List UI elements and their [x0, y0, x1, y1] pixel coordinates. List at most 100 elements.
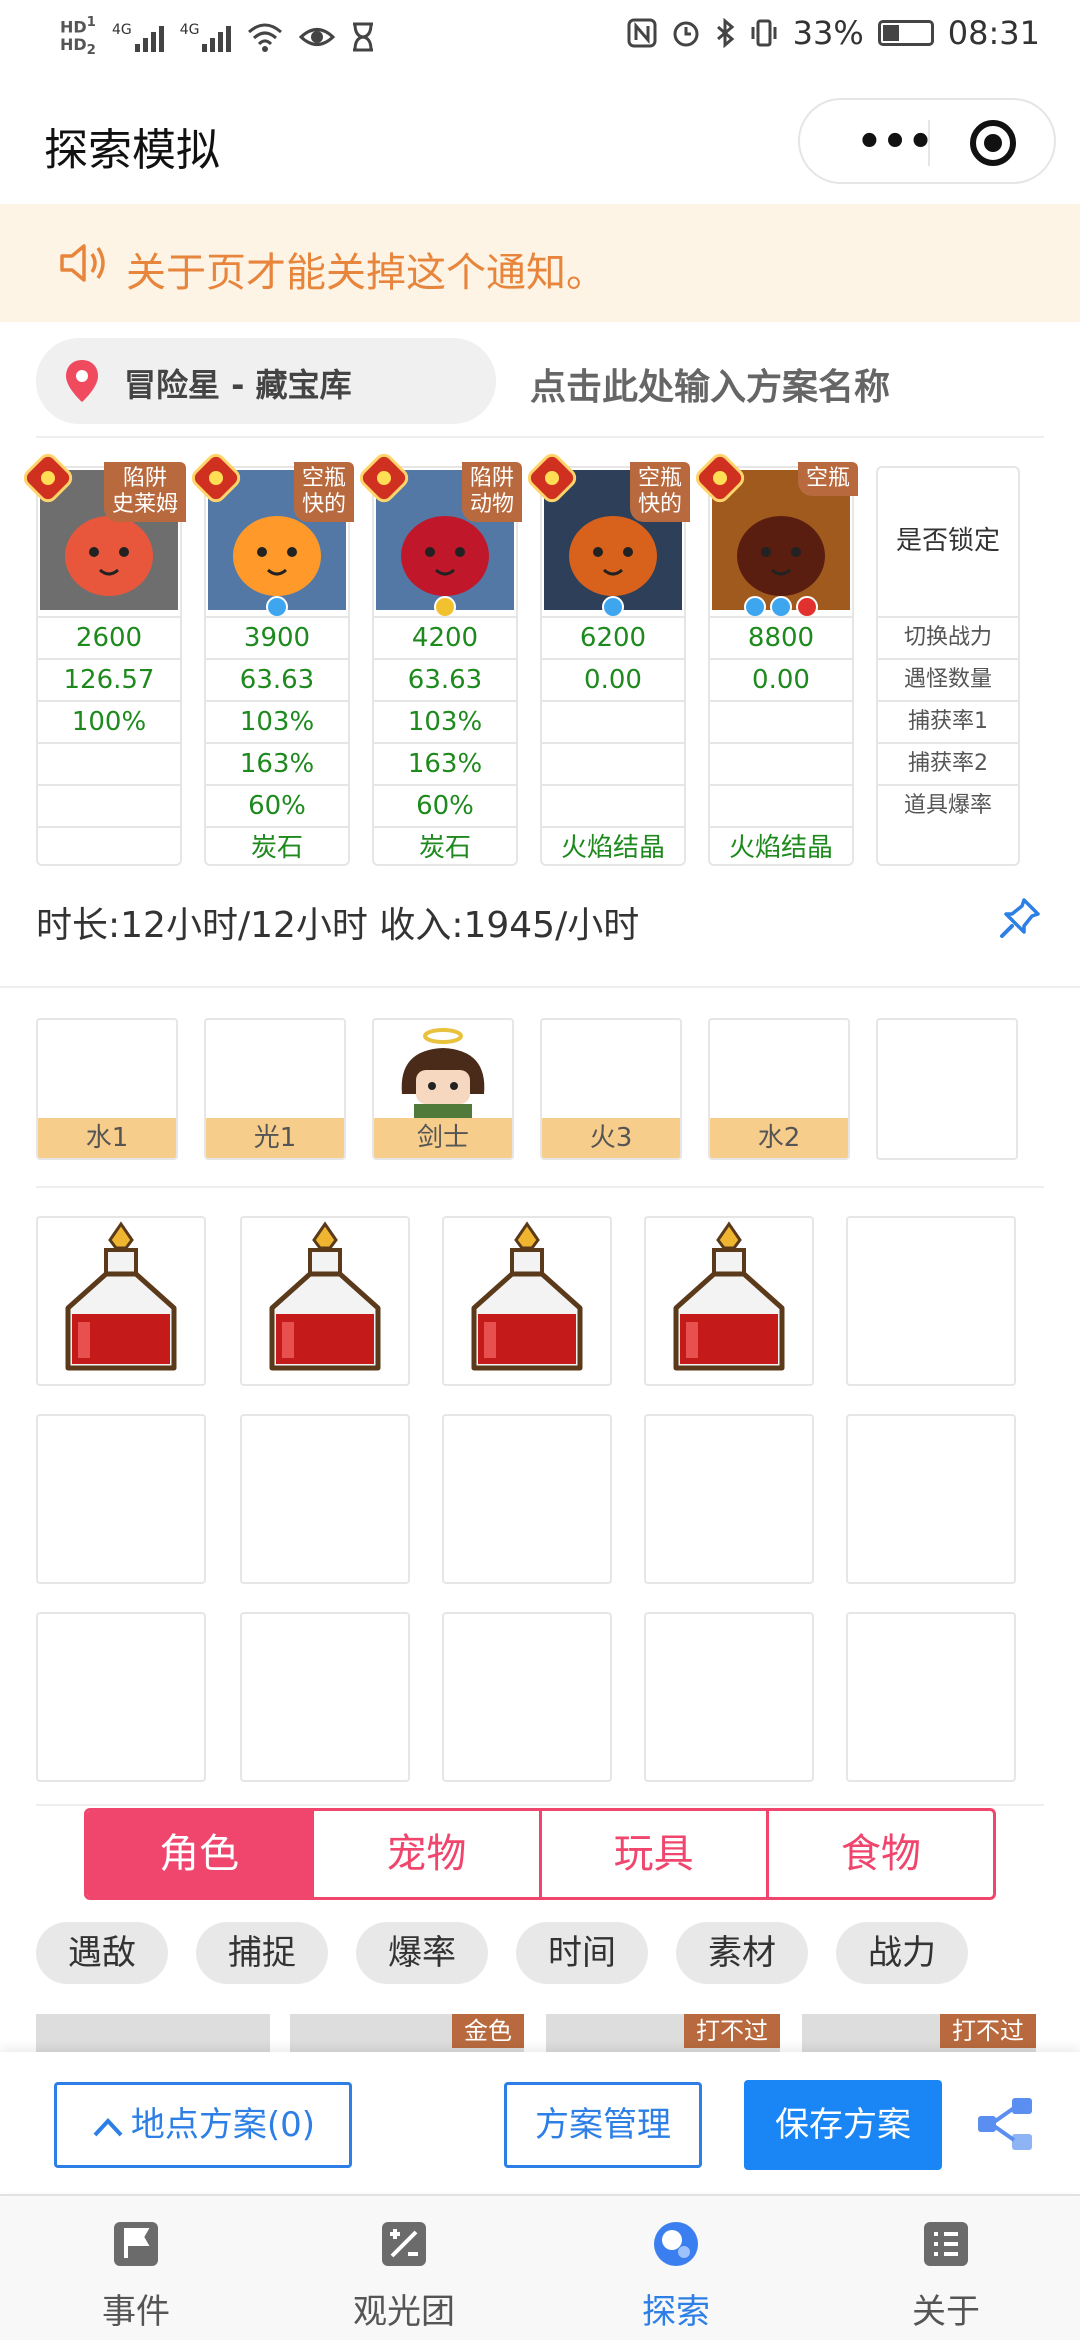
item-slot[interactable] [36, 1612, 206, 1782]
save-plan-button[interactable]: 保存方案 [744, 2080, 942, 2170]
power-value: 2600 [38, 616, 180, 658]
item-slot[interactable] [240, 1414, 410, 1584]
monster-column[interactable]: 空瓶 8800 0.00 火焰结晶 [691, 449, 858, 866]
drop-item: 炭石 [374, 826, 516, 868]
pin-icon[interactable] [998, 896, 1042, 940]
monster-column[interactable]: 空瓶 快的 6200 0.00 火焰结晶 [523, 449, 690, 866]
character-card[interactable] [36, 2014, 270, 2054]
droprate-value [38, 784, 180, 826]
filter-chip-time[interactable]: 时间 [516, 1922, 648, 1984]
filter-chip-encounter[interactable]: 遇敌 [36, 1922, 168, 1984]
power-value: 6200 [542, 616, 684, 658]
share-icon[interactable] [976, 2096, 1036, 2152]
monster-column[interactable]: 陷阱 动物 4200 63.63 103% 163% 60% 炭石 [355, 449, 522, 868]
action-bar: 地点方案(0) 方案管理 保存方案 [0, 2052, 1080, 2192]
team-slot[interactable]: 水2 [708, 1018, 850, 1160]
team-slot[interactable]: 光1 [204, 1018, 346, 1160]
explore-icon [654, 2222, 698, 2266]
divider [36, 436, 1044, 438]
item-slot[interactable] [846, 1216, 1016, 1386]
card-badge: 打不过 [940, 2014, 1036, 2048]
manage-plans-button[interactable]: 方案管理 [504, 2082, 702, 2168]
item-slot[interactable] [846, 1612, 1016, 1782]
speaker-icon [60, 244, 105, 282]
hourglass-icon [353, 22, 374, 52]
capsule-divider [928, 120, 930, 166]
gem-icon [602, 596, 624, 618]
item-slot[interactable] [36, 1216, 206, 1386]
more-dots-icon[interactable]: ••• [840, 122, 950, 162]
team-slot[interactable] [876, 1018, 1018, 1160]
tab-toy[interactable]: 玩具 [538, 1811, 766, 1897]
item-slot[interactable] [644, 1216, 814, 1386]
target-icon[interactable] [970, 120, 1016, 166]
character-card[interactable]: 打不过 [802, 2014, 1036, 2054]
tabbar-label: 事件 [102, 2292, 170, 2332]
tabbar-item-explore[interactable]: 探索 [596, 2218, 756, 2333]
signal-2-icon: 4G [180, 22, 232, 53]
encounters-value: 126.57 [38, 658, 180, 700]
gem-icon [266, 596, 288, 618]
team-slot[interactable]: 水1 [36, 1018, 178, 1160]
bottom-tab-bar: 事件 观光团 探索 关于 [0, 2194, 1080, 2340]
lock-row-capture2[interactable]: 捕获率2 [878, 742, 1018, 784]
filter-chip-power[interactable]: 战力 [836, 1922, 968, 1984]
nfc-icon [627, 18, 657, 48]
tab-pet[interactable]: 宠物 [311, 1811, 538, 1897]
tab-food[interactable]: 食物 [765, 1811, 993, 1897]
lock-row-droprate[interactable]: 道具爆率 [878, 784, 1018, 826]
notice-banner: 关于页才能关掉这个通知。 [0, 204, 1080, 322]
team-slot[interactable]: 火3 [540, 1018, 682, 1160]
team-slot-label: 火3 [542, 1118, 680, 1158]
potion-icon [269, 1221, 381, 1371]
team-slot-label: 水2 [710, 1118, 848, 1158]
divider [0, 986, 1080, 988]
item-slot[interactable] [442, 1216, 612, 1386]
item-slot[interactable] [442, 1612, 612, 1782]
filter-chip-material[interactable]: 素材 [676, 1922, 808, 1984]
encounters-value: 63.63 [374, 658, 516, 700]
tab-role[interactable]: 角色 [87, 1811, 312, 1897]
capture2-value: 163% [374, 742, 516, 784]
tabbar-item-about[interactable]: 关于 [866, 2218, 1026, 2333]
team-slot[interactable]: 剑士 [372, 1018, 514, 1160]
character-card[interactable]: 打不过 [546, 2014, 780, 2054]
lock-row-encounters[interactable]: 遇怪数量 [878, 658, 1018, 700]
item-slot[interactable] [442, 1414, 612, 1584]
plan-name-input[interactable]: 点击此处输入方案名称 [530, 358, 890, 410]
item-slot[interactable] [644, 1414, 814, 1584]
tabbar-item-events[interactable]: 事件 [56, 2218, 216, 2333]
item-slot[interactable] [846, 1414, 1016, 1584]
item-slot[interactable] [240, 1216, 410, 1386]
capture2-value: 163% [206, 742, 348, 784]
status-bar: HD1 HD2 4G 4G 33% 08:31 [0, 0, 1080, 72]
lock-header[interactable]: 是否锁定 [878, 520, 1018, 557]
card-badge: 打不过 [684, 2014, 780, 2048]
location-selector[interactable]: 冒险星 - 藏宝库 [36, 338, 496, 424]
filter-chip-capture[interactable]: 捕捉 [196, 1922, 328, 1984]
potion-icon [673, 1221, 785, 1371]
list-icon [924, 2222, 968, 2266]
filter-chips: 遇敌 捕捉 爆率 时间 素材 战力 [36, 1922, 968, 1984]
lock-row-power[interactable]: 切换战力 [878, 616, 1018, 658]
item-slot[interactable] [240, 1612, 410, 1782]
chevron-up-icon [93, 2117, 123, 2136]
monster-column[interactable]: 陷阱 史莱姆 2600 126.57 100% [19, 449, 186, 866]
character-card[interactable]: 金色 [290, 2014, 524, 2054]
location-plans-button[interactable]: 地点方案(0) [54, 2082, 352, 2168]
item-slot[interactable] [36, 1414, 206, 1584]
card-badge: 金色 [452, 2014, 524, 2048]
gem-icon [770, 596, 792, 618]
filter-chip-droprate[interactable]: 爆率 [356, 1922, 488, 1984]
nav-bar: 探索模拟 ••• [0, 72, 1080, 204]
lock-row-capture1[interactable]: 捕获率1 [878, 700, 1018, 742]
tabbar-item-tour[interactable]: 观光团 [324, 2218, 484, 2333]
page-title: 探索模拟 [44, 125, 220, 176]
monster-column[interactable]: 空瓶 快的 3900 63.63 103% 163% 60% 炭石 [187, 449, 354, 868]
tabbar-label: 观光团 [353, 2292, 455, 2332]
item-slot[interactable] [644, 1612, 814, 1782]
vibrate-icon [751, 19, 777, 47]
divider [36, 1186, 1044, 1188]
drop-item: 炭石 [206, 826, 348, 868]
capture1-value [542, 700, 684, 742]
